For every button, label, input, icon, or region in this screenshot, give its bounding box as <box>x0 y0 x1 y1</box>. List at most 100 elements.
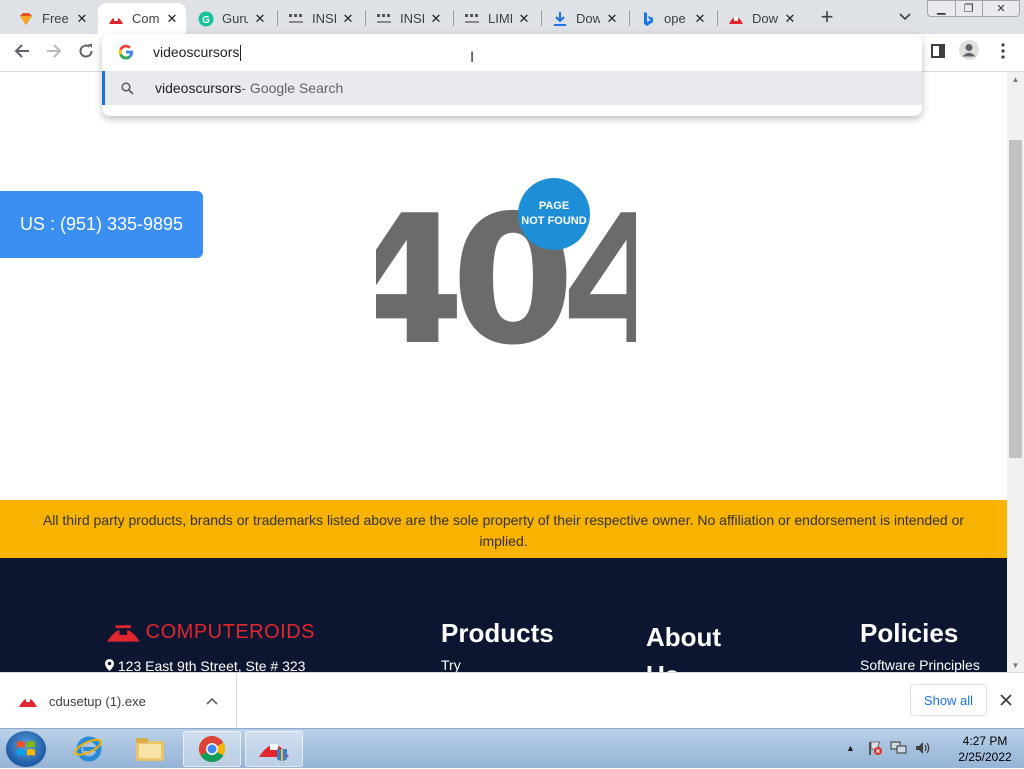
tab-limi[interactable]: LIMI ✕ <box>454 3 538 34</box>
search-suggestion[interactable]: videoscursors - Google Search <box>102 71 922 105</box>
taskbar-clock[interactable]: 4:27 PM 2/25/2022 <box>944 733 1024 765</box>
chevron-down-icon <box>899 8 911 26</box>
close-icon[interactable]: ✕ <box>516 11 532 27</box>
menu-button[interactable] <box>992 42 1014 64</box>
text-cursor-icon: I <box>470 50 475 66</box>
taskbar-computeroids-installer[interactable] <box>245 731 303 767</box>
tab-strip: Free ✕ Com ✕ G Guru ✕ INSI ✕ INSI ✕ LIMI… <box>0 0 1024 34</box>
tab-title: Dow <box>576 11 600 26</box>
footer-heading-products: Products <box>441 618 554 648</box>
page-not-found-badge: PAGE NOT FOUND <box>518 178 590 250</box>
address-input[interactable]: videoscursors <box>153 44 242 62</box>
reload-icon <box>78 43 94 64</box>
start-button[interactable] <box>6 731 46 767</box>
svg-text:G: G <box>202 15 210 26</box>
computeroids-favicon-icon <box>728 11 744 27</box>
tab-title: Free <box>42 11 69 26</box>
text-caret <box>240 45 242 62</box>
kebab-menu-icon <box>1001 42 1005 64</box>
close-icon[interactable]: ✕ <box>604 11 620 27</box>
address-bar[interactable]: videoscursors <box>102 34 922 70</box>
chevron-up-icon[interactable] <box>204 693 220 709</box>
action-center-flag-icon[interactable] <box>867 740 883 761</box>
network-icon[interactable] <box>890 740 908 761</box>
tab-search-button[interactable] <box>895 8 915 26</box>
search-icon <box>119 80 135 96</box>
close-icon <box>1000 690 1012 711</box>
show-hidden-icons-icon[interactable]: ▲ <box>846 743 855 753</box>
window-controls: ▁ ❐ ✕ <box>927 0 1020 18</box>
download-item[interactable]: cdusetup (1).exe <box>0 673 237 729</box>
tab-download-2[interactable]: Dow ✕ <box>718 3 804 34</box>
tab-insi-1[interactable]: INSI ✕ <box>278 3 362 34</box>
qr-favicon-icon <box>464 11 480 27</box>
close-icon[interactable]: ✕ <box>340 11 356 27</box>
back-button[interactable] <box>10 41 34 65</box>
disclaimer-banner: All third party products, brands or trad… <box>0 500 1007 558</box>
volume-icon[interactable] <box>914 740 932 761</box>
tab-download-1[interactable]: Dow ✕ <box>542 3 626 34</box>
close-icon[interactable]: ✕ <box>164 11 180 27</box>
omnibox-dropdown: videoscursors videoscursors - Google Sea… <box>102 34 922 116</box>
side-panel-button[interactable] <box>927 42 949 64</box>
page-content: US : (951) 335-9895 404 PAGE NOT FOUND A… <box>0 72 1007 672</box>
suggestion-source: - Google Search <box>241 80 344 96</box>
minimize-icon: ▁ <box>937 3 946 15</box>
tab-title: LIMI <box>488 11 512 26</box>
tab-insi-2[interactable]: INSI ✕ <box>366 3 450 34</box>
restore-button[interactable]: ❐ <box>954 0 983 17</box>
close-download-bar-button[interactable] <box>996 690 1016 710</box>
clock-time: 4:27 PM <box>962 734 1008 748</box>
reload-button[interactable] <box>74 41 98 65</box>
scrollbar-thumb[interactable] <box>1009 140 1022 458</box>
close-icon[interactable]: ✕ <box>74 11 90 27</box>
taskbar-file-explorer[interactable] <box>121 731 179 767</box>
computeroids-logo[interactable]: COMPUTEROIDS <box>105 617 315 647</box>
page-scrollbar[interactable]: ▲ ▼ <box>1007 72 1024 672</box>
close-icon[interactable]: ✕ <box>428 11 444 27</box>
scroll-up-arrow-icon[interactable]: ▲ <box>1007 72 1024 86</box>
chrome-icon <box>198 735 226 763</box>
tab-guru[interactable]: G Guru ✕ <box>188 3 274 34</box>
close-icon[interactable]: ✕ <box>782 11 798 27</box>
taskbar-internet-explorer[interactable] <box>60 731 118 767</box>
gem-favicon-icon <box>18 11 34 27</box>
phone-button[interactable]: US : (951) 335-9895 <box>0 191 203 258</box>
badge-line-2: NOT FOUND <box>521 215 587 227</box>
profile-button[interactable] <box>958 39 980 66</box>
installer-icon <box>259 744 289 761</box>
address-text: 123 East 9th Street, Ste # 323 <box>117 658 306 672</box>
close-icon[interactable]: ✕ <box>252 11 268 27</box>
tab-free[interactable]: Free ✕ <box>8 3 96 34</box>
computeroids-file-icon <box>18 691 38 711</box>
footer-link-try[interactable]: Try <box>441 657 461 672</box>
minimize-button[interactable]: ▁ <box>927 0 956 17</box>
suggestion-query: videoscursors <box>155 80 242 96</box>
taskbar-chrome[interactable] <box>183 731 241 767</box>
address-input-value: videoscursors <box>153 44 240 60</box>
show-all-button[interactable]: Show all <box>910 684 987 716</box>
folder-icon <box>136 738 164 761</box>
tab-title: INSI <box>312 11 336 26</box>
arrow-right-icon <box>46 43 62 64</box>
side-panel-icon <box>930 43 946 64</box>
logo-text: COMPUTEROIDS <box>145 620 315 643</box>
scroll-down-arrow-icon[interactable]: ▼ <box>1007 658 1024 672</box>
tab-title: ope <box>664 11 686 26</box>
close-icon[interactable]: ✕ <box>692 11 708 27</box>
tab-bing[interactable]: ope ✕ <box>630 3 714 34</box>
download-filename: cdusetup (1).exe <box>49 693 146 709</box>
footer-link-software-principles[interactable]: Software Principles <box>860 657 980 672</box>
new-tab-button[interactable]: + <box>815 4 839 29</box>
window-close-button[interactable]: ✕ <box>982 0 1020 17</box>
bing-favicon-icon <box>640 11 656 27</box>
tab-title: INSI <box>400 11 424 26</box>
grammarly-favicon-icon: G <box>198 11 214 27</box>
tab-title: Dow <box>752 11 778 26</box>
badge-line-1: PAGE <box>538 200 570 212</box>
disclaimer-text: All third party products, brands or trad… <box>42 512 965 549</box>
tab-computeroids[interactable]: Com ✕ <box>98 3 186 34</box>
avatar <box>958 39 980 66</box>
forward-button[interactable] <box>42 41 66 65</box>
download-bar: cdusetup (1).exe Show all <box>0 672 1024 729</box>
